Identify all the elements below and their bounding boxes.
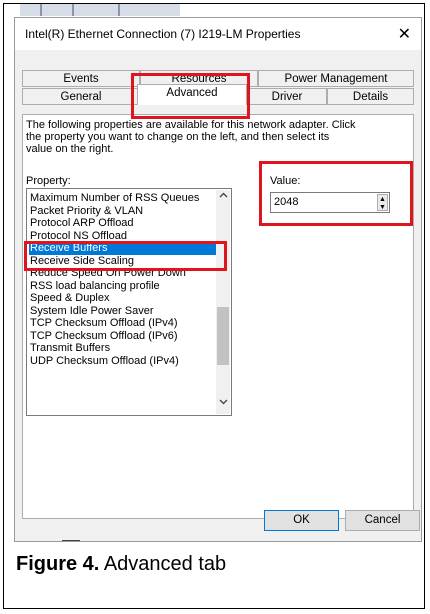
tab-general[interactable]: General	[22, 88, 140, 105]
tab-power-management[interactable]: Power Management	[258, 70, 414, 87]
caption-label: Figure 4.	[16, 553, 100, 575]
window-title: Intel(R) Ethernet Connection (7) I219-LM…	[25, 27, 301, 41]
highlight-advanced-tab	[131, 73, 250, 119]
figure-caption: Figure 4. Advanced tab	[16, 553, 226, 576]
property-label: Property:	[26, 175, 71, 187]
list-item[interactable]: Transmit Buffers	[29, 342, 110, 355]
list-item[interactable]: Maximum Number of RSS Queues	[29, 192, 199, 205]
divider	[62, 540, 80, 541]
chevron-down-icon[interactable]	[219, 397, 228, 407]
list-item[interactable]: Speed & Duplex	[29, 292, 110, 305]
cancel-button[interactable]: Cancel	[345, 510, 420, 531]
scrollbar-thumb[interactable]	[217, 307, 229, 365]
background-window-strip	[20, 4, 180, 16]
highlight-value-box	[259, 161, 413, 226]
list-item[interactable]: System Idle Power Saver	[29, 305, 154, 318]
list-item[interactable]: RSS load balancing profile	[29, 280, 160, 293]
ok-button[interactable]: OK	[264, 510, 339, 531]
list-item[interactable]: UDP Checksum Offload (IPv4)	[29, 355, 179, 368]
list-item[interactable]: TCP Checksum Offload (IPv4)	[29, 317, 178, 330]
title-bar: Intel(R) Ethernet Connection (7) I219-LM…	[15, 18, 421, 50]
list-item[interactable]: Packet Priority & VLAN	[29, 205, 143, 218]
list-item[interactable]: TCP Checksum Offload (IPv6)	[29, 330, 178, 343]
close-icon[interactable]: ✕	[398, 24, 411, 44]
highlight-receive-buffers	[24, 241, 227, 271]
tab-details[interactable]: Details	[327, 88, 414, 105]
list-item[interactable]: Protocol ARP Offload	[29, 217, 134, 230]
caption-text: Advanced tab	[99, 553, 227, 575]
chevron-up-icon[interactable]	[219, 191, 228, 201]
tab-driver[interactable]: Driver	[247, 88, 327, 105]
strip-divider	[40, 4, 42, 16]
tab-events[interactable]: Events	[22, 70, 140, 87]
strip-divider	[118, 4, 120, 16]
description-text: The following properties are available f…	[26, 119, 356, 155]
strip-divider	[72, 4, 74, 16]
listbox-scrollbar[interactable]	[216, 190, 230, 414]
property-listbox[interactable]: Maximum Number of RSS Queues Packet Prio…	[26, 188, 232, 416]
